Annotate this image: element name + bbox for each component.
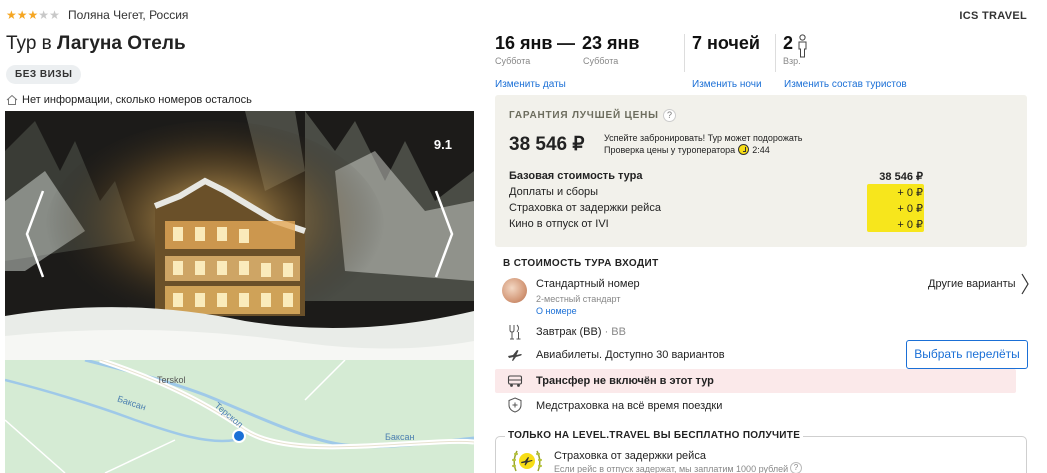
price-row-value: + 0 ₽ bbox=[897, 202, 923, 215]
price-row: Кино в отпуск от IVI + 0 ₽ bbox=[509, 216, 923, 232]
bonus-item-description: Если рейс в отпуск задержат, мы заплатим… bbox=[554, 464, 789, 473]
change-nights-link[interactable]: Изменить ночи bbox=[692, 79, 762, 90]
price-breakdown: Базовая стоимость тура 38 546 ₽ Доплаты … bbox=[509, 168, 923, 232]
bonus-title: ТОЛЬКО НА LEVEL.TRAVEL ВЫ БЕСПЛАТНО ПОЛУ… bbox=[505, 430, 804, 441]
price-row-label: Доплаты и сборы bbox=[509, 186, 599, 198]
price-row-value: 38 546 ₽ bbox=[879, 170, 923, 183]
title-prefix: Тур в bbox=[6, 33, 52, 54]
price-check: Проверка цены у туроператора 2:44 bbox=[604, 144, 770, 155]
date-from: 16 янв bbox=[495, 33, 553, 53]
date-separator: — bbox=[557, 33, 575, 53]
price-row-label: Базовая стоимость тура bbox=[509, 170, 643, 182]
included-section-title: В СТОИМОСТЬ ТУРА ВХОДИТ bbox=[503, 258, 659, 269]
plane-icon bbox=[508, 350, 522, 361]
date-from-day: Суббота bbox=[495, 56, 531, 66]
rooms-info-text: Нет информации, сколько номеров осталось bbox=[22, 94, 252, 106]
star-icon: ★ bbox=[27, 8, 39, 22]
divider bbox=[684, 34, 685, 72]
page-title: Тур в Лагуна Отель bbox=[6, 33, 186, 55]
date-to: 23 янв bbox=[582, 33, 640, 53]
price-row-value: + 0 ₽ bbox=[897, 218, 923, 231]
medical-insurance: Медстраховка на всё время поездки bbox=[536, 400, 723, 412]
choose-flights-button[interactable]: Выбрать перелёты bbox=[906, 340, 1028, 369]
hotel-rating: 9.1 bbox=[433, 137, 452, 152]
divider bbox=[775, 34, 776, 72]
room-thumbnail[interactable] bbox=[502, 278, 527, 303]
meal-code: · BB bbox=[601, 326, 626, 338]
help-icon[interactable]: ? bbox=[790, 462, 802, 473]
person-icon bbox=[798, 34, 807, 58]
hotel-map[interactable]: Terskol Баксан Терскол Баксан bbox=[5, 360, 474, 473]
other-variants-link[interactable]: Другие варианты bbox=[928, 278, 1016, 290]
price-check-timer: 2:44 bbox=[752, 144, 770, 155]
photo-prev-button[interactable] bbox=[23, 189, 47, 279]
price-panel: ГАРАНТИЯ ЛУЧШЕЙ ЦЕНЫ ? 38 546 ₽ Успейте … bbox=[495, 95, 1027, 247]
chevron-right-icon bbox=[434, 190, 454, 278]
best-price-guarantee: ГАРАНТИЯ ЛУЧШЕЙ ЦЕНЫ bbox=[509, 110, 659, 121]
hurry-message: Успейте забронировать! Тур может подорож… bbox=[604, 133, 803, 143]
bonus-item: Страховка от задержки рейса bbox=[554, 450, 706, 462]
price-row: Страховка от задержки рейса + 0 ₽ bbox=[509, 200, 923, 216]
hotel-stars: ★ ★ ★ ★ ★ bbox=[6, 9, 60, 21]
room-name: Стандартный номер bbox=[536, 278, 640, 290]
bus-icon bbox=[507, 375, 523, 387]
transfer-text: Трансфер не включён в этот тур bbox=[536, 375, 714, 387]
house-icon bbox=[6, 94, 18, 105]
hotel-photo[interactable]: 9.1 bbox=[5, 111, 474, 360]
star-icon: ★ bbox=[38, 8, 50, 22]
meal-name: Завтрак (BB) bbox=[536, 326, 602, 338]
tourists-type: Взр. bbox=[783, 56, 801, 66]
price-row-label: Кино в отпуск от IVI bbox=[509, 218, 609, 230]
change-tourists-link[interactable]: Изменить состав туристов bbox=[784, 79, 907, 90]
price-check-label: Проверка цены у туроператора bbox=[604, 144, 736, 155]
room-type: 2-местный стандарт bbox=[536, 294, 621, 304]
nights-count: 7 ночей bbox=[692, 33, 760, 53]
hotel-name: Лагуна Отель bbox=[57, 33, 186, 54]
total-price: 38 546 ₽ bbox=[509, 134, 585, 155]
star-icon: ★ bbox=[16, 8, 28, 22]
price-row-value: + 0 ₽ bbox=[897, 186, 923, 199]
hotel-photo-image bbox=[5, 111, 474, 360]
star-icon: ★ bbox=[49, 8, 60, 22]
change-dates-link[interactable]: Изменить даты bbox=[495, 79, 566, 90]
rooms-info: Нет информации, сколько номеров осталось bbox=[6, 94, 252, 106]
map-label: Terskol bbox=[157, 375, 186, 385]
price-row-label: Страховка от задержки рейса bbox=[509, 202, 661, 214]
map-label: Баксан bbox=[385, 432, 415, 442]
star-icon: ★ bbox=[6, 8, 17, 22]
shield-plus-icon bbox=[508, 397, 522, 413]
tour-operator: ICS TRAVEL bbox=[959, 10, 1027, 22]
chevron-left-icon bbox=[25, 190, 45, 278]
about-room-link[interactable]: О номере bbox=[536, 306, 577, 316]
price-row: Доплаты и сборы + 0 ₽ bbox=[509, 184, 923, 200]
chevron-right-icon[interactable] bbox=[1020, 272, 1030, 296]
date-to-day: Суббота bbox=[583, 56, 619, 66]
meal-plan: Завтрак (BB) · BB bbox=[536, 326, 626, 338]
laurel-plane-icon bbox=[512, 450, 542, 472]
flights-info: Авиабилеты. Доступно 30 вариантов bbox=[536, 349, 725, 361]
hotel-location: Поляна Чегет, Россия bbox=[68, 8, 189, 22]
tourists-count: 2 bbox=[783, 33, 794, 53]
meal-icon bbox=[509, 324, 521, 340]
price-row: Базовая стоимость тура 38 546 ₽ bbox=[509, 168, 923, 184]
clock-icon bbox=[738, 144, 750, 155]
visa-badge: БЕЗ ВИЗЫ bbox=[6, 65, 82, 84]
help-icon[interactable]: ? bbox=[663, 109, 676, 122]
photo-next-button[interactable] bbox=[432, 189, 456, 279]
